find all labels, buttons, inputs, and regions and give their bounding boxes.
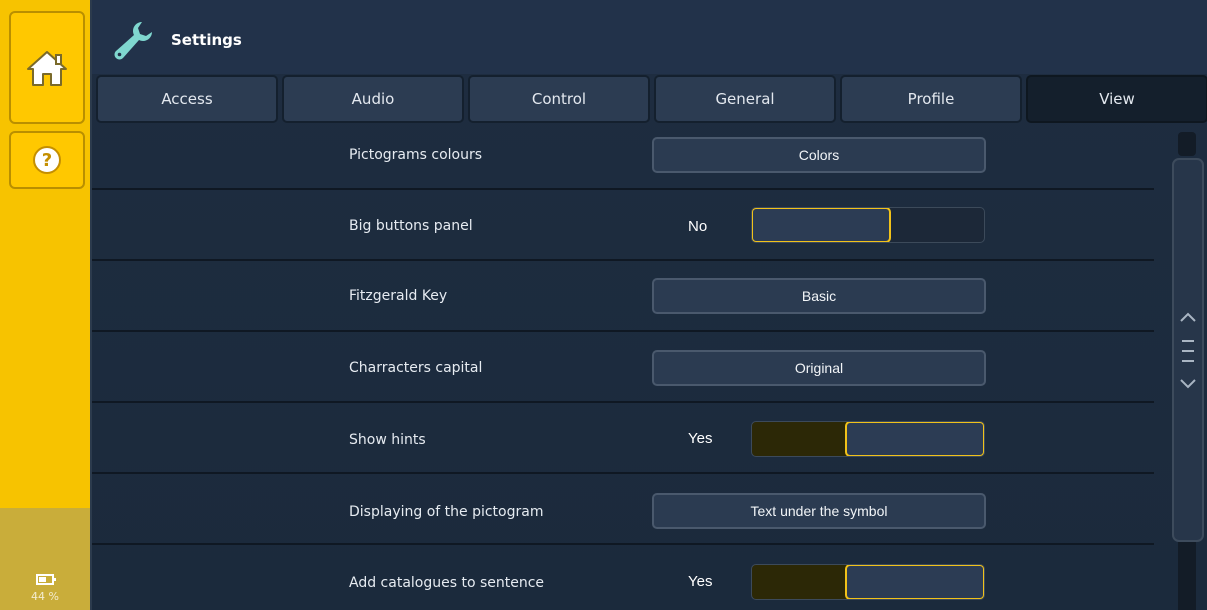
fitzgerald-key-button[interactable]: Basic (652, 278, 986, 314)
setting-row: Show hints Yes (92, 403, 1154, 474)
displaying-pictogram-button[interactable]: Text under the symbol (652, 493, 986, 529)
header-bar: Settings (92, 0, 1207, 74)
toggle-state-label: Yes (688, 430, 713, 447)
setting-label: Add catalogues to sentence (349, 575, 545, 591)
left-sidebar: ? 44 % (0, 0, 90, 610)
scrollbar-thumb[interactable] (1172, 158, 1204, 542)
tab-access[interactable]: Access (96, 75, 278, 123)
scroll-grip-icon (1180, 312, 1196, 389)
tab-audio[interactable]: Audio (282, 75, 464, 123)
big-buttons-panel-toggle[interactable] (751, 207, 985, 243)
setting-label: Pictograms colours (349, 147, 483, 163)
setting-label: Big buttons panel (349, 218, 473, 234)
setting-label: Show hints (349, 432, 426, 448)
setting-row: Fitzgerald Key Basic (92, 261, 1154, 332)
setting-label: Displaying of the pictogram (349, 504, 544, 520)
tab-bar: Access Audio Control General Profile Vie… (96, 75, 1207, 123)
question-icon: ? (33, 146, 61, 174)
tab-profile[interactable]: Profile (840, 75, 1022, 123)
help-button[interactable]: ? (9, 131, 85, 189)
toggle-knob (752, 208, 891, 242)
setting-row: Add catalogues to sentence Yes (92, 545, 1154, 610)
pictograms-colours-button[interactable]: Colors (652, 137, 986, 173)
add-catalogues-toggle[interactable] (751, 564, 985, 600)
battery-indicator: 44 % (0, 570, 90, 603)
toggle-state-label: No (688, 218, 708, 235)
wrench-icon (114, 22, 152, 60)
tab-general[interactable]: General (654, 75, 836, 123)
characters-capital-button[interactable]: Original (652, 350, 986, 386)
scrollbar-track-bottom (1178, 532, 1196, 610)
settings-panel: Settings Access Audio Control General Pr… (90, 0, 1207, 610)
setting-row: Charracters capital Original (92, 332, 1154, 403)
setting-row: Pictograms colours Colors (92, 128, 1154, 190)
setting-label: Charracters capital (349, 360, 483, 376)
tab-control[interactable]: Control (468, 75, 650, 123)
toggle-knob (845, 422, 984, 456)
home-button[interactable] (9, 11, 85, 124)
page-title: Settings (171, 31, 242, 49)
show-hints-toggle[interactable] (751, 421, 985, 457)
setting-row: Displaying of the pictogram Text under t… (92, 474, 1154, 545)
toggle-state-label: Yes (688, 573, 713, 590)
scrollbar-track-top (1178, 132, 1196, 156)
toggle-knob (845, 565, 984, 599)
setting-label: Fitzgerald Key (349, 288, 448, 304)
battery-icon (36, 574, 56, 585)
tab-view[interactable]: View (1026, 75, 1207, 123)
battery-level: 44 % (31, 590, 59, 603)
setting-row: Big buttons panel No (92, 190, 1154, 261)
home-icon (27, 50, 67, 86)
